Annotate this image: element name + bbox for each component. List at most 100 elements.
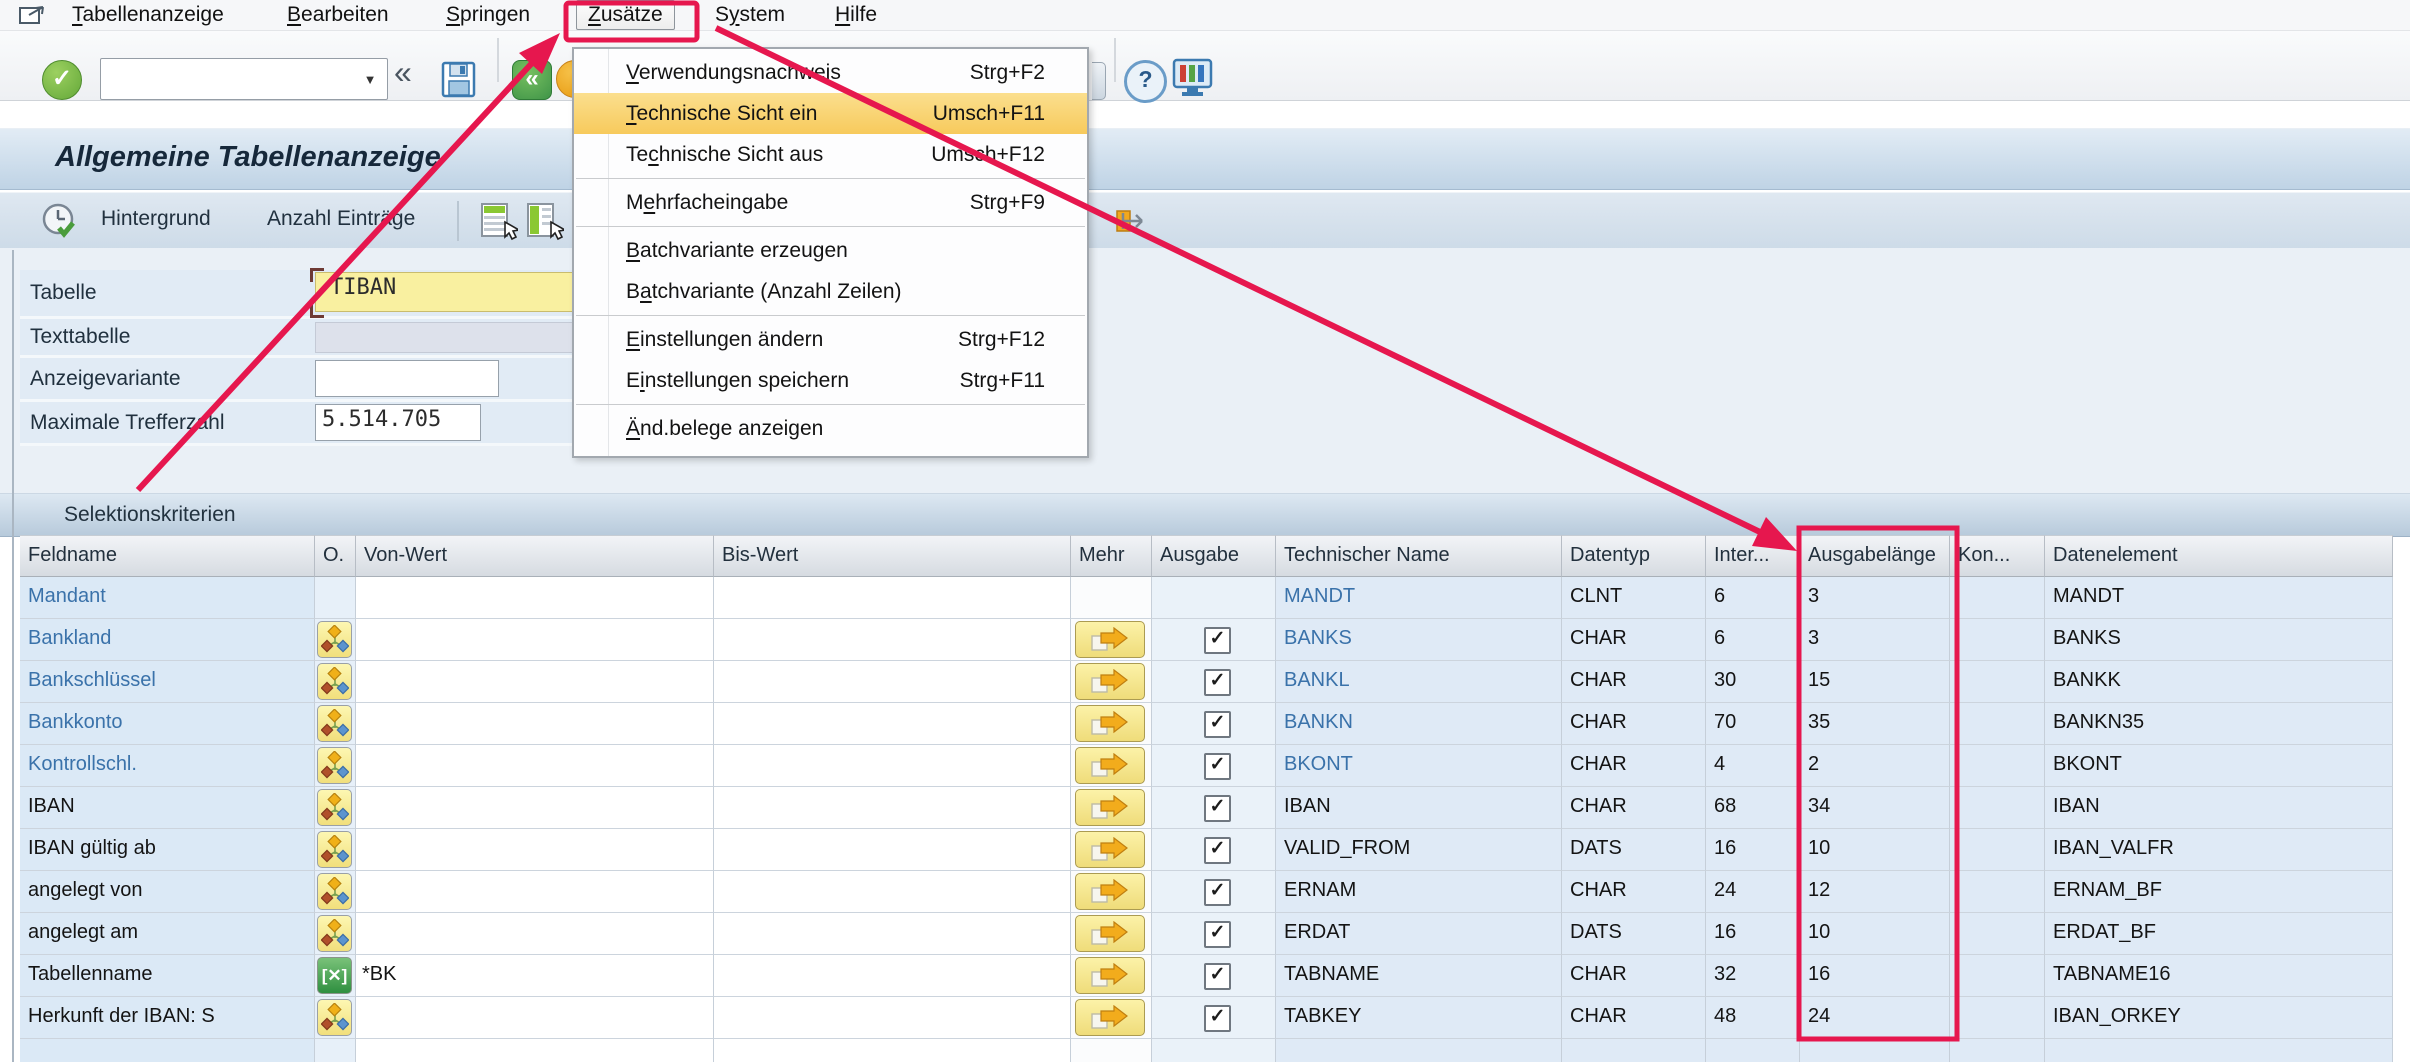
ausgabelaenge-cell: 15 (1800, 661, 1950, 703)
back-icon[interactable]: « (512, 60, 552, 100)
von-wert-cell[interactable] (356, 829, 714, 871)
dropdown-item-mehrfacheingabe[interactable]: MehrfacheingabeStrg+F9 (574, 182, 1087, 223)
grid-row-tabname: Tabellenname[✕]*BK✓TABNAMECHAR3216TABNAM… (20, 955, 2393, 997)
von-wert-cell[interactable] (356, 703, 714, 745)
menubar-item-system[interactable]: System (715, 2, 785, 28)
anzahl-eintraege-button[interactable]: Anzahl Einträge (267, 207, 415, 231)
von-wert-cell[interactable] (356, 577, 714, 619)
mehr-cell (1071, 577, 1152, 619)
table-select-icon[interactable] (480, 200, 518, 247)
dropdown-item-label: Batchvariante (Anzahl Zeilen) (626, 280, 902, 304)
bis-wert-cell[interactable] (714, 1039, 1071, 1062)
multiple-selection-arrow-icon[interactable] (1075, 957, 1145, 994)
multiple-selection-arrow-icon[interactable] (1075, 915, 1145, 952)
ausgabe-checkbox[interactable]: ✓ (1204, 921, 1231, 948)
konvertierung-cell (1950, 619, 2045, 661)
bis-wert-cell[interactable] (714, 829, 1071, 871)
von-wert-cell[interactable] (356, 871, 714, 913)
feldname-cell: angelegt am (20, 913, 315, 955)
dropdown-item--nd-belege-anzeigen[interactable]: Änd.belege anzeigen (574, 408, 1087, 449)
menubar-item-springen[interactable]: Springen (446, 2, 530, 28)
ausgabe-checkbox[interactable]: ✓ (1204, 753, 1231, 780)
selection-options-icon[interactable] (317, 831, 352, 868)
bis-wert-cell[interactable] (714, 955, 1071, 997)
menubar-item-tabellenanzeige[interactable]: Tabellenanzeige (72, 2, 224, 28)
command-field[interactable]: ▼ (100, 58, 388, 100)
multiple-selection-arrow-icon[interactable] (1075, 621, 1145, 658)
menu-separator (574, 312, 1087, 319)
multiple-selection-arrow-icon[interactable] (1075, 999, 1145, 1036)
dropdown-item-verwendungsnachweis[interactable]: VerwendungsnachweisStrg+F2 (574, 52, 1087, 93)
von-wert-cell[interactable] (356, 661, 714, 703)
ausgabe-checkbox[interactable]: ✓ (1204, 795, 1231, 822)
multiple-selection-arrow-icon[interactable] (1075, 663, 1145, 700)
selection-options-icon[interactable] (317, 873, 352, 910)
combo-dropdown-icon[interactable]: ▼ (355, 61, 385, 97)
dropdown-item-einstellungen-speichern[interactable]: Einstellungen speichernStrg+F11 (574, 360, 1087, 401)
dropdown-item-label: Einstellungen ändern (626, 328, 823, 352)
dropdown-item-einstellungen-ndern[interactable]: Einstellungen ändernStrg+F12 (574, 319, 1087, 360)
ausgabe-checkbox[interactable]: ✓ (1204, 711, 1231, 738)
maximale-trefferzahl-input[interactable]: 5.514.705 (315, 404, 481, 441)
bis-wert-cell[interactable] (714, 745, 1071, 787)
dropdown-item-shortcut: Strg+F9 (970, 191, 1045, 215)
menubar-item-bearbeiten[interactable]: Bearbeiten (287, 2, 389, 28)
anzeigevariante-input[interactable] (315, 360, 499, 397)
bis-wert-cell[interactable] (714, 661, 1071, 703)
dropdown-item-technische-sicht-ein[interactable]: Technische Sicht einUmsch+F11 (574, 93, 1087, 134)
table-column-select-icon[interactable] (526, 200, 564, 247)
help-icon[interactable]: ? (1124, 60, 1167, 103)
collapse-icon[interactable]: « (394, 54, 412, 91)
multiple-selection-arrow-icon[interactable] (1075, 705, 1145, 742)
selection-option-cell (315, 1039, 356, 1062)
bis-wert-cell[interactable] (714, 619, 1071, 661)
ausgabe-checkbox[interactable]: ✓ (1204, 963, 1231, 990)
ausgabe-checkbox[interactable]: ✓ (1204, 669, 1231, 696)
bis-wert-cell[interactable] (714, 997, 1071, 1039)
hintergrund-button[interactable]: Hintergrund (101, 207, 211, 231)
ausgabe-checkbox[interactable]: ✓ (1204, 879, 1231, 906)
ausgabe-cell: ✓ (1152, 661, 1276, 703)
von-wert-cell[interactable] (356, 913, 714, 955)
bis-wert-cell[interactable] (714, 703, 1071, 745)
menubar-item-hilfe[interactable]: Hilfe (835, 2, 877, 28)
von-wert-cell[interactable] (356, 745, 714, 787)
von-wert-cell[interactable] (356, 787, 714, 829)
bis-wert-cell[interactable] (714, 913, 1071, 955)
multiple-selection-arrow-icon[interactable] (1075, 831, 1145, 868)
multiple-selection-arrow-icon[interactable] (1075, 873, 1145, 910)
von-wert-cell[interactable] (356, 997, 714, 1039)
enter-check-icon[interactable]: ✓ (42, 60, 82, 100)
dropdown-item-batchvariante-anzahl-zeilen-[interactable]: Batchvariante (Anzahl Zeilen) (574, 271, 1087, 312)
selection-options-icon[interactable] (317, 747, 352, 784)
exclude-pattern-icon[interactable]: [✕] (317, 957, 352, 994)
save-icon[interactable] (440, 60, 478, 100)
bis-wert-cell[interactable] (714, 787, 1071, 829)
von-wert-cell[interactable] (356, 1039, 714, 1062)
ausgabe-checkbox[interactable]: ✓ (1204, 837, 1231, 864)
dropdown-item-shortcut: Umsch+F11 (933, 102, 1045, 126)
selection-options-icon[interactable] (317, 789, 352, 826)
interaction-icon[interactable] (18, 3, 48, 32)
menubar-item-zustze[interactable]: Zusätze (576, 0, 675, 30)
menu-bar: Tabellenanzeige Bearbeiten Springen Zusätze… (0, 0, 2410, 31)
selection-options-icon[interactable] (317, 621, 352, 658)
selection-options-icon[interactable] (317, 999, 352, 1036)
move-anchor-icon[interactable] (1114, 203, 1148, 244)
selection-options-icon[interactable] (317, 915, 352, 952)
bis-wert-cell[interactable] (714, 871, 1071, 913)
multiple-selection-arrow-icon[interactable] (1075, 789, 1145, 826)
ausgabe-checkbox[interactable]: ✓ (1204, 1005, 1231, 1032)
dropdown-item-batchvariante-erzeugen[interactable]: Batchvariante erzeugen (574, 230, 1087, 271)
bis-wert-cell[interactable] (714, 577, 1071, 619)
selection-options-icon[interactable] (317, 705, 352, 742)
selection-options-icon[interactable] (317, 663, 352, 700)
execute-clock-icon[interactable] (40, 201, 82, 248)
von-wert-cell[interactable]: *BK (356, 955, 714, 997)
ausgabe-checkbox[interactable]: ✓ (1204, 627, 1231, 654)
new-session-monitor-icon[interactable] (1172, 58, 1214, 100)
multiple-selection-arrow-icon[interactable] (1075, 747, 1145, 784)
dropdown-item-technische-sicht-aus[interactable]: Technische Sicht ausUmsch+F12 (574, 134, 1087, 175)
von-wert-cell[interactable] (356, 619, 714, 661)
partial-toolbar-icon[interactable] (1092, 62, 1106, 100)
